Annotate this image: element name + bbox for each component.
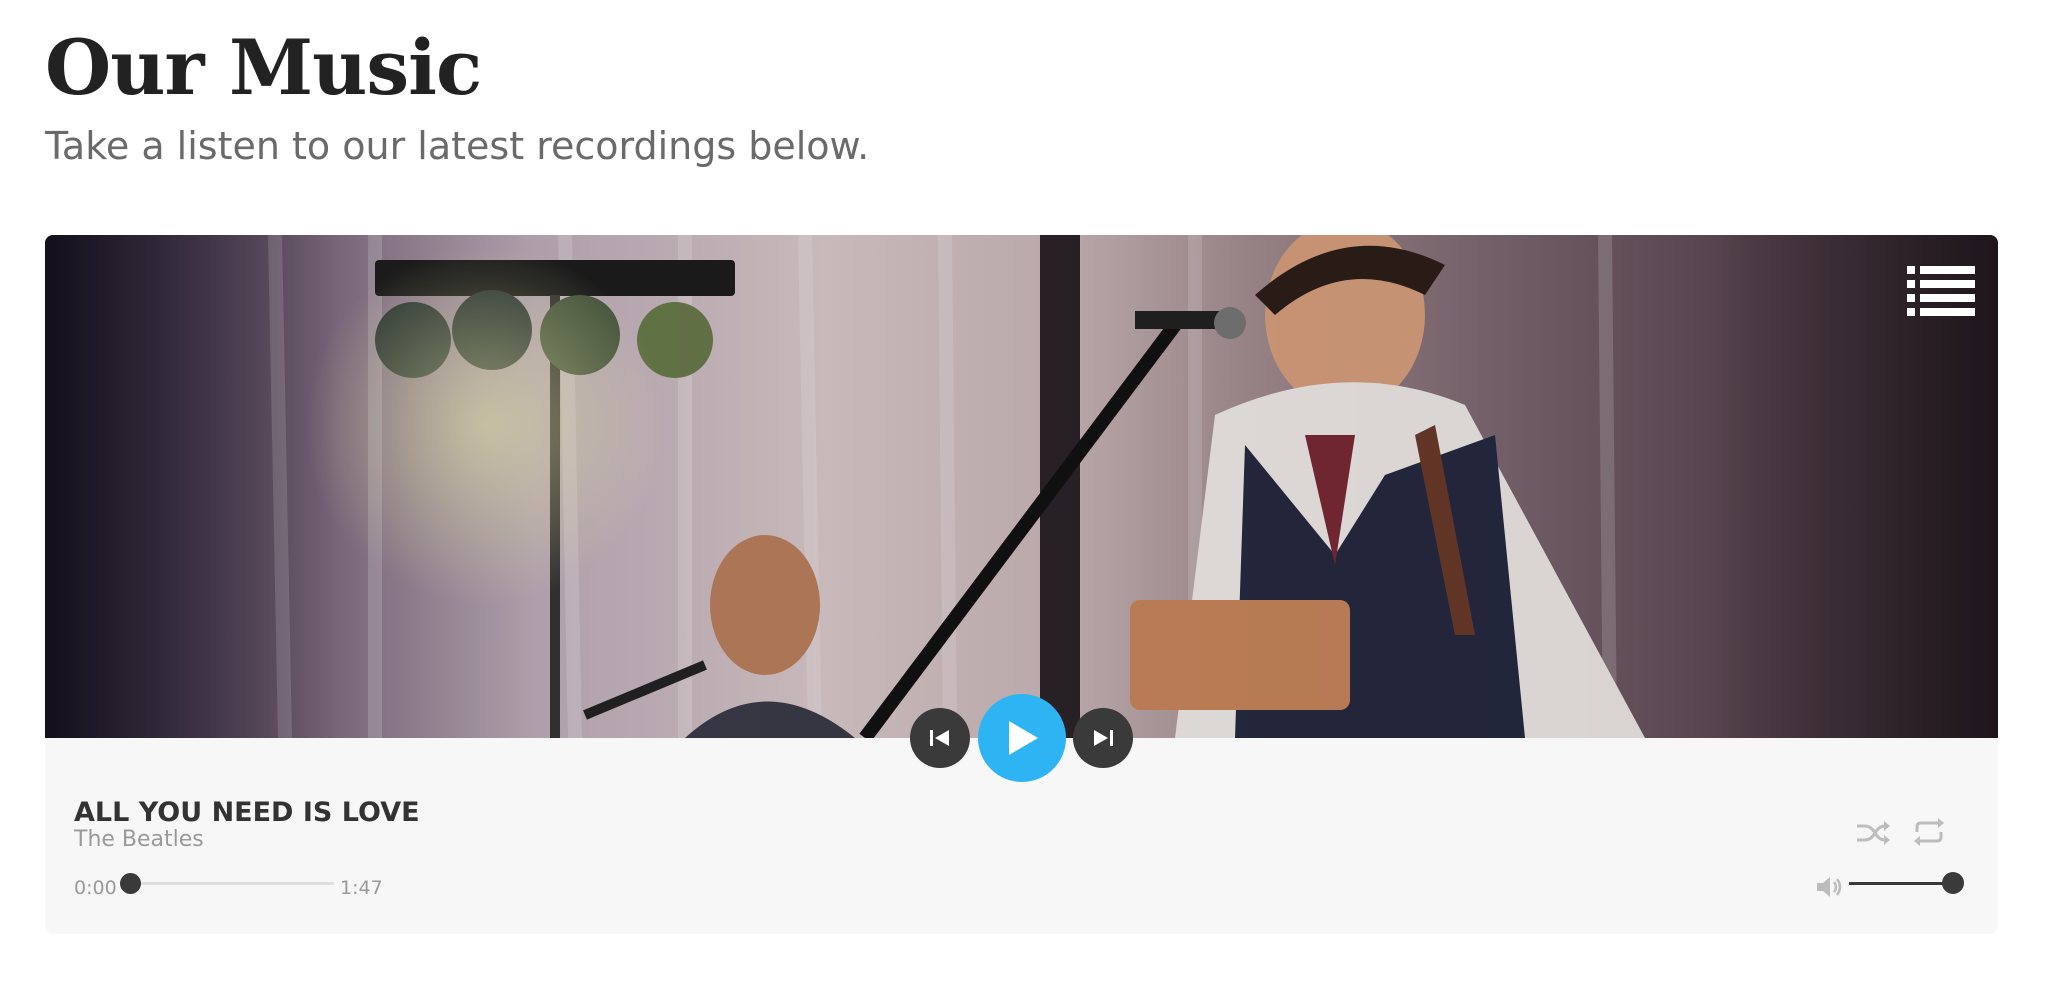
current-time: 0:00 bbox=[74, 877, 117, 899]
previous-button[interactable] bbox=[910, 708, 970, 768]
skip-next-icon bbox=[1094, 730, 1113, 746]
playlist-icon[interactable] bbox=[1907, 266, 1975, 318]
page-title: Our Music bbox=[45, 23, 482, 112]
next-button[interactable] bbox=[1073, 708, 1133, 768]
play-button[interactable] bbox=[978, 694, 1066, 782]
progress-handle[interactable] bbox=[120, 873, 141, 894]
volume-handle[interactable] bbox=[1942, 872, 1964, 894]
progress-bar[interactable] bbox=[120, 873, 334, 894]
track-artist: The Beatles bbox=[74, 827, 204, 852]
play-icon bbox=[1009, 721, 1038, 755]
volume-fill bbox=[1849, 882, 1953, 885]
track-title: ALL YOU NEED IS LOVE bbox=[74, 797, 420, 828]
page-subtitle: Take a listen to our latest recordings b… bbox=[45, 124, 870, 168]
skip-previous-icon bbox=[930, 730, 949, 746]
volume-slider[interactable] bbox=[1849, 872, 1964, 894]
volume-icon[interactable] bbox=[1815, 874, 1843, 900]
cover-image bbox=[45, 235, 1998, 738]
track-duration: 1:47 bbox=[340, 877, 383, 899]
band-photo bbox=[45, 235, 1998, 738]
shuffle-icon[interactable] bbox=[1855, 818, 1891, 848]
repeat-icon[interactable] bbox=[1911, 816, 1947, 848]
